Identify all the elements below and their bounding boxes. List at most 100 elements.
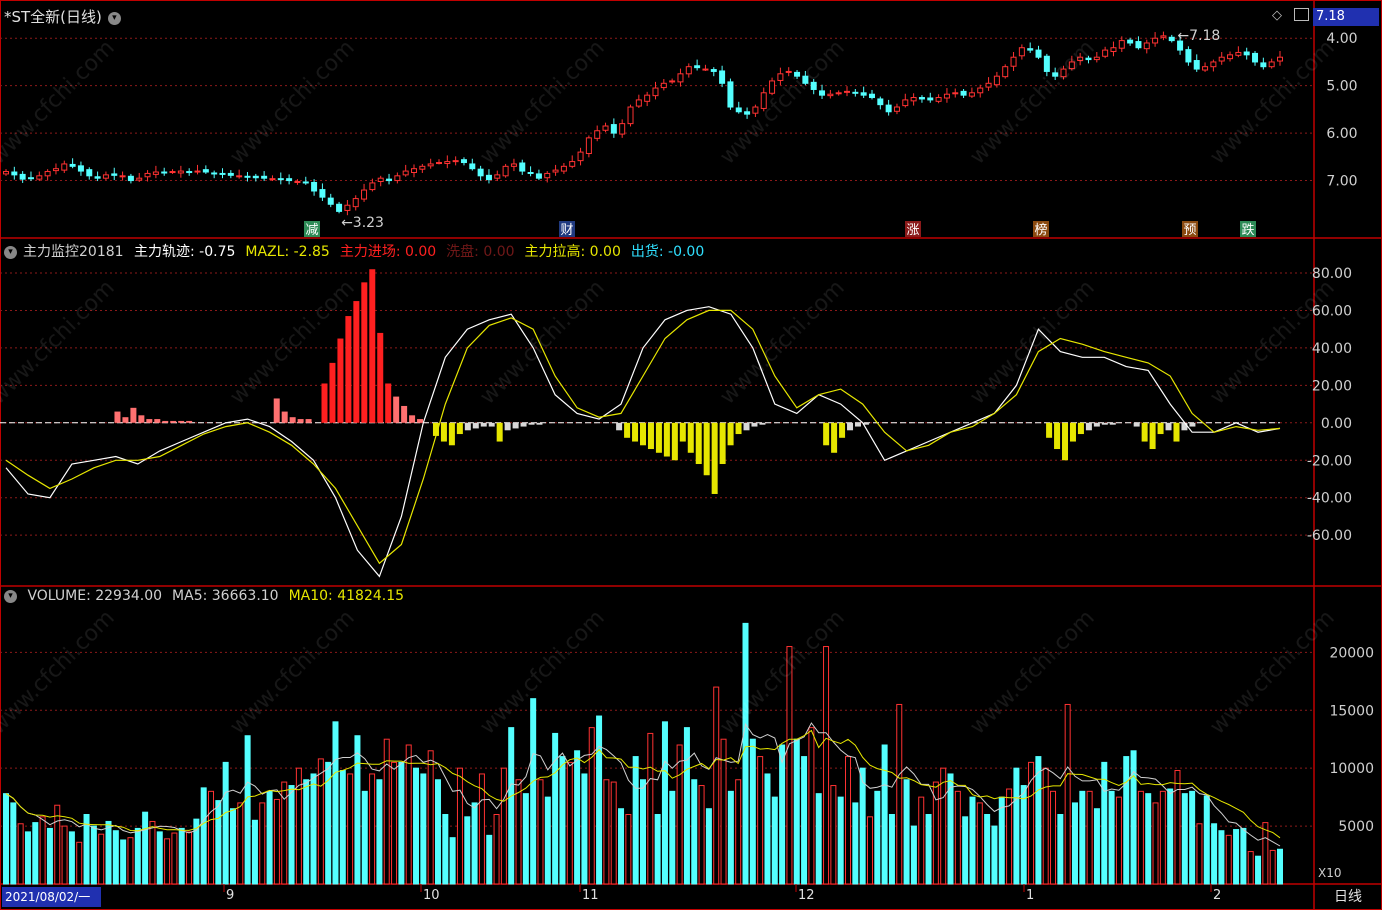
period-selector[interactable]: 日线 [1316, 887, 1380, 907]
candle-body [202, 169, 209, 173]
candle-body [494, 174, 501, 179]
volume-bar [522, 793, 529, 885]
stock-title: *ST全新(日线) [4, 8, 102, 26]
candle-body [1035, 49, 1042, 58]
volume-bar [1167, 788, 1174, 885]
candle-body [236, 175, 243, 178]
candle-body [361, 189, 368, 200]
indicator-bar [297, 419, 304, 423]
volume-bar [618, 808, 625, 885]
indicator-bar [719, 422, 726, 465]
indicator-bar [616, 422, 623, 431]
indicator-bar [1157, 422, 1164, 435]
volume-bar [698, 785, 705, 885]
volume-bar [398, 761, 405, 885]
candle-body [868, 93, 875, 99]
volume-bar [530, 698, 537, 885]
candle-body [827, 93, 834, 97]
volume-bar [127, 837, 134, 885]
volume-bar [24, 831, 31, 885]
indicator-bar [361, 282, 368, 423]
candle-body [1110, 47, 1117, 53]
volume-bar [500, 767, 507, 885]
volume-bar [779, 744, 786, 885]
volume-bar [705, 808, 712, 885]
title-menu-icon[interactable]: ▾ [107, 11, 121, 25]
volume-bar [1225, 834, 1232, 885]
volume-bar [757, 756, 764, 885]
volume-bar [420, 773, 427, 885]
candle-body [952, 92, 959, 95]
candle-body [302, 181, 309, 184]
candle-body [769, 80, 776, 94]
volume-bar [17, 823, 24, 885]
volume-bar [332, 721, 339, 885]
candle-body [1202, 66, 1209, 71]
volume-bar [149, 820, 156, 885]
volume-bar [1115, 796, 1122, 885]
indicator-bar [353, 301, 360, 423]
indicator-bar [1165, 422, 1172, 431]
volume-bar [486, 834, 493, 885]
volume-bar [566, 761, 573, 885]
volume-bar [654, 814, 661, 885]
volume-bar [735, 779, 742, 885]
candle-body [477, 168, 484, 177]
candle-body [369, 182, 376, 191]
candle-body [744, 111, 751, 115]
volume-tick-label: 10000 [1329, 761, 1374, 777]
indicator-bar [409, 415, 416, 423]
candle-body [1127, 39, 1134, 44]
indicator-bar [417, 419, 424, 423]
candle-body [1077, 56, 1084, 62]
candle-body [1085, 57, 1092, 61]
window-toggle-icon[interactable] [1294, 8, 1309, 21]
candle-body [1143, 42, 1150, 50]
candle-body [1260, 62, 1267, 68]
candle-body [111, 173, 118, 176]
indicator-bar [1062, 422, 1069, 461]
volume-bar [881, 744, 888, 885]
indicator-bar [369, 269, 376, 423]
indicator-menu-icon[interactable]: ▾ [4, 245, 17, 259]
volume-bar [186, 831, 193, 885]
volume-bar [405, 744, 412, 885]
indicator-bar [273, 398, 280, 423]
candle-body [1218, 56, 1225, 62]
volume-bar [1233, 829, 1240, 885]
diamond-icon[interactable]: ◇ [1272, 8, 1282, 23]
indicator-bar [504, 422, 511, 431]
candle-body [785, 70, 792, 73]
volume-multiplier: X10 [1318, 866, 1342, 880]
candle-body [752, 106, 759, 114]
volume-bar [537, 779, 544, 885]
volume-bar [39, 816, 46, 885]
candle-body [127, 175, 134, 182]
volume-bar [764, 773, 771, 885]
volume-bar [61, 825, 68, 885]
volume-bar [134, 827, 141, 885]
volume-bar [1042, 767, 1049, 885]
candle-body [502, 165, 509, 177]
indicator-bar [122, 417, 129, 423]
volume-bar [10, 802, 17, 885]
chart-title-bar: *ST全新(日线) ▾ [4, 6, 127, 27]
volume-bar [1262, 822, 1269, 885]
candle-body [585, 137, 592, 155]
indicator-bar [743, 422, 750, 431]
volume-bar [830, 785, 837, 885]
volume-menu-icon[interactable]: ▾ [4, 589, 17, 603]
volume-bar [229, 808, 236, 885]
candle-body [844, 90, 851, 93]
indicator-bar [687, 422, 694, 453]
candle-body [27, 177, 34, 180]
volume-bar [954, 790, 961, 885]
volume-bar [442, 814, 449, 885]
volume-bar [998, 796, 1005, 885]
indicator-bar [305, 419, 312, 423]
indicator-bar [711, 422, 718, 494]
indicator-bar [632, 422, 639, 442]
candle-body [419, 165, 426, 170]
candle-body [1152, 37, 1159, 44]
volume-bar [68, 831, 75, 885]
